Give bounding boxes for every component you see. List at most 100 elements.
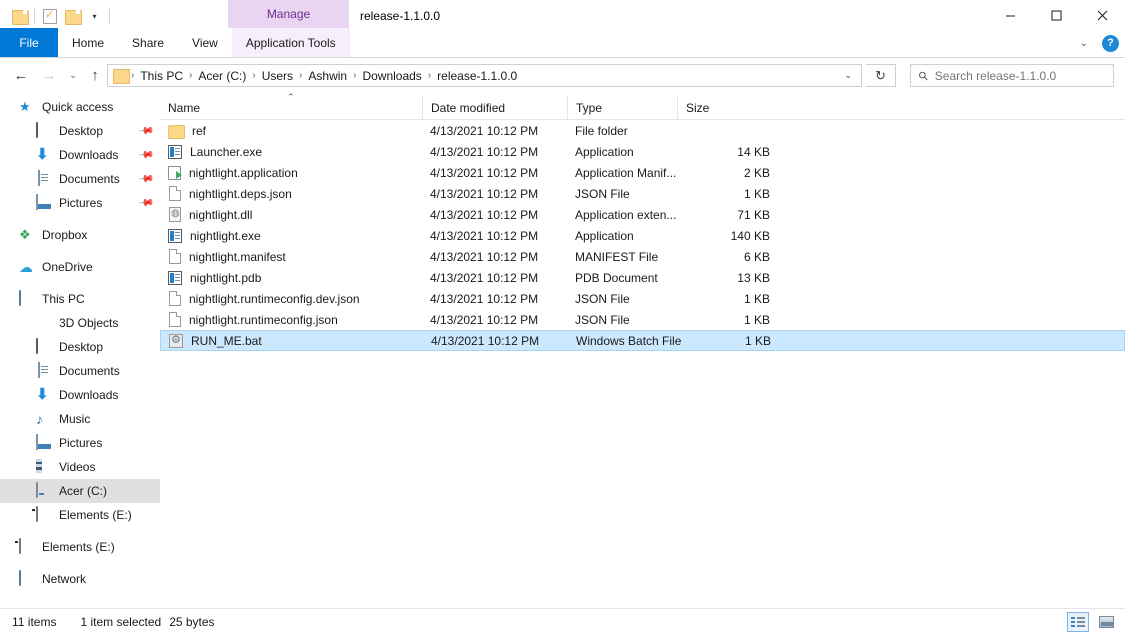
table-row[interactable]: nightlight.exe 4/13/2021 10:12 PM Applic…: [160, 225, 1125, 246]
status-selection-count: 1 item selected: [80, 614, 162, 629]
sidebar-item-desktop-pc[interactable]: Desktop: [0, 335, 160, 359]
sidebar-item-label: Pictures: [59, 436, 103, 450]
file-date: 4/13/2021 10:12 PM: [430, 165, 539, 180]
chevron-down-icon: ⌄: [69, 69, 77, 80]
tab-home[interactable]: Home: [58, 28, 118, 58]
status-item-count: 11 items: [12, 614, 57, 629]
new-folder-button[interactable]: [61, 5, 83, 27]
sidebar-item-3d-objects[interactable]: 3D Objects: [0, 311, 160, 335]
details-view-button[interactable]: [1067, 611, 1089, 632]
breadcrumb-item-downloads[interactable]: Downloads: [357, 67, 426, 85]
breadcrumb-item-acer-c[interactable]: Acer (C:): [193, 67, 251, 85]
sidebar-item-downloads-pc[interactable]: ⬇ Downloads: [0, 383, 160, 407]
sidebar-item-documents[interactable]: Documents 📌: [0, 167, 160, 191]
file-name-cell: RUN_ME.bat: [169, 333, 262, 348]
sidebar-item-dropbox[interactable]: ❖ Dropbox: [0, 223, 160, 247]
address-bar: ← → ⌄ ↑ › This PC › Acer (C:) › Users › …: [0, 59, 1125, 91]
documents-icon: [36, 362, 52, 379]
large-icons-view-button[interactable]: [1095, 612, 1117, 632]
new-folder-icon: [64, 9, 82, 25]
sidebar-item-desktop[interactable]: Desktop 📌: [0, 119, 160, 143]
sidebar-item-network[interactable]: Network: [0, 567, 160, 591]
table-row[interactable]: nightlight.deps.json 4/13/2021 10:12 PM …: [160, 183, 1125, 204]
column-header-type[interactable]: Type: [567, 95, 677, 120]
breadcrumb-item-release[interactable]: release-1.1.0.0: [432, 67, 522, 85]
file-date: 4/13/2021 10:12 PM: [431, 333, 540, 348]
tab-file[interactable]: File: [0, 28, 58, 58]
sidebar-item-pictures[interactable]: Pictures 📌: [0, 191, 160, 215]
toolbar-divider: [34, 8, 35, 24]
forward-button[interactable]: →: [38, 64, 60, 86]
file-name: nightlight.dll: [189, 207, 253, 222]
toolbar-divider: [109, 8, 110, 24]
recent-locations-button[interactable]: ⌄: [62, 64, 84, 86]
tab-share[interactable]: Share: [118, 28, 178, 58]
help-icon[interactable]: ?: [1102, 34, 1119, 52]
file-name-cell: nightlight.runtimeconfig.dev.json: [168, 291, 360, 306]
file-date: 4/13/2021 10:12 PM: [430, 186, 539, 201]
back-button[interactable]: ←: [10, 64, 32, 86]
column-header-label: Date modified: [431, 100, 506, 115]
breadcrumb[interactable]: › This PC › Acer (C:) › Users › Ashwin ›…: [107, 64, 862, 87]
sidebar-item-label: OneDrive: [42, 260, 93, 274]
search-input[interactable]: ⚲ Search release-1.1.0.0: [910, 64, 1114, 87]
view-toggle-buttons: [1067, 611, 1117, 632]
pin-icon: 📌: [137, 194, 155, 212]
file-size: 71 KB: [737, 207, 770, 222]
sidebar-item-downloads[interactable]: ⬇ Downloads 📌: [0, 143, 160, 167]
table-row[interactable]: nightlight.runtimeconfig.json 4/13/2021 …: [160, 309, 1125, 330]
file-name-cell: nightlight.pdb: [168, 270, 261, 285]
sidebar-item-elements-e-1[interactable]: Elements (E:): [0, 503, 160, 527]
sidebar-item-music[interactable]: ♪ Music: [0, 407, 160, 431]
sidebar-item-acer-c[interactable]: Acer (C:): [0, 479, 160, 503]
table-row[interactable]: Launcher.exe 4/13/2021 10:12 PM Applicat…: [160, 141, 1125, 162]
column-header-date-modified[interactable]: Date modified: [422, 95, 567, 120]
maximize-button[interactable]: [1033, 0, 1079, 30]
file-name: nightlight.application: [189, 165, 298, 180]
breadcrumb-item-this-pc[interactable]: This PC: [135, 67, 188, 85]
breadcrumb-item-users[interactable]: Users: [257, 67, 298, 85]
sidebar-item-this-pc[interactable]: This PC: [0, 287, 160, 311]
column-header-label: Size: [686, 100, 710, 115]
table-row[interactable]: nightlight.pdb 4/13/2021 10:12 PM PDB Do…: [160, 267, 1125, 288]
table-row[interactable]: nightlight.manifest 4/13/2021 10:12 PM M…: [160, 246, 1125, 267]
sidebar-item-label: 3D Objects: [59, 316, 119, 330]
minimize-icon: [1005, 15, 1015, 16]
manifest-icon: [168, 166, 182, 180]
column-header-name[interactable]: Name ⌃: [160, 92, 422, 120]
close-button[interactable]: [1079, 0, 1125, 30]
file-name: nightlight.runtimeconfig.dev.json: [189, 291, 360, 306]
file-date: 4/13/2021 10:12 PM: [430, 207, 539, 222]
external-drive-icon: [19, 538, 35, 555]
chevron-down-icon[interactable]: ⌄: [835, 70, 861, 81]
table-row[interactable]: nightlight.dll 4/13/2021 10:12 PM Applic…: [160, 204, 1125, 225]
column-header-size[interactable]: Size: [677, 95, 772, 120]
table-row[interactable]: ref 4/13/2021 10:12 PM File folder: [160, 120, 1125, 141]
document-icon: [169, 312, 181, 327]
folder-button[interactable]: [8, 5, 30, 27]
properties-button[interactable]: [39, 5, 61, 27]
chevron-down-icon[interactable]: ⌄: [1074, 34, 1094, 53]
column-header-label: Type: [576, 100, 603, 115]
sidebar-item-label: Downloads: [59, 388, 119, 402]
minimize-button[interactable]: [987, 0, 1033, 30]
tab-application-tools[interactable]: Application Tools: [231, 28, 350, 58]
breadcrumb-item-ashwin[interactable]: Ashwin: [303, 67, 352, 85]
qat-dropdown-button[interactable]: ▾: [83, 5, 105, 27]
sidebar-item-quick-access[interactable]: ★ Quick access: [0, 95, 160, 119]
sidebar-item-pictures-pc[interactable]: Pictures: [0, 431, 160, 455]
refresh-button[interactable]: ↻: [866, 64, 896, 87]
table-row[interactable]: RUN_ME.bat 4/13/2021 10:12 PM Windows Ba…: [160, 330, 1125, 351]
sidebar-item-label: Pictures: [59, 196, 103, 210]
sidebar-item-documents-pc[interactable]: Documents: [0, 359, 160, 383]
file-size: 1 KB: [743, 291, 770, 306]
table-row[interactable]: nightlight.runtimeconfig.dev.json 4/13/2…: [160, 288, 1125, 309]
sidebar-item-videos[interactable]: Videos: [0, 455, 160, 479]
tab-view[interactable]: View: [178, 28, 232, 58]
up-button[interactable]: ↑: [84, 64, 106, 86]
large-icons-view-icon: [1098, 615, 1114, 628]
table-row[interactable]: nightlight.application 4/13/2021 10:12 P…: [160, 162, 1125, 183]
sidebar-item-elements-e-2[interactable]: Elements (E:): [0, 535, 160, 559]
sidebar-item-onedrive[interactable]: ☁ OneDrive: [0, 255, 160, 279]
window-controls: [987, 0, 1125, 30]
